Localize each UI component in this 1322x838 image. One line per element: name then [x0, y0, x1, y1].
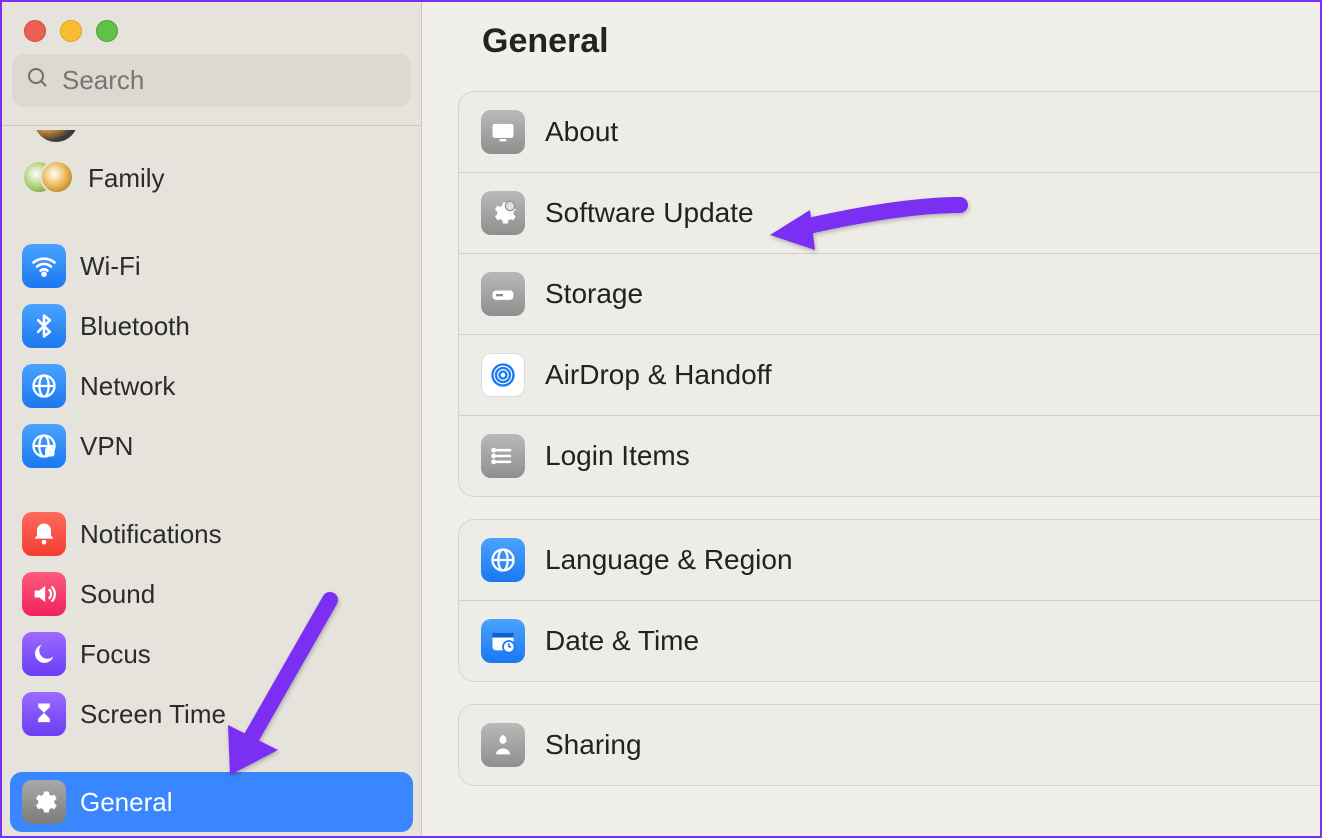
sidebar-item-label: Sound	[80, 579, 155, 610]
sidebar-item-label: Wi-Fi	[80, 251, 141, 282]
minimize-window-button[interactable]	[60, 20, 82, 42]
row-label: Date & Time	[545, 625, 699, 657]
hourglass-icon	[22, 692, 66, 736]
sidebar-item-notifications[interactable]: Notifications	[10, 504, 413, 564]
sidebar-item-network[interactable]: Network	[10, 356, 413, 416]
vpn-icon	[22, 424, 66, 468]
sidebar-item-label: Focus	[80, 639, 151, 670]
settings-group-2: Language & Region Date & Time	[458, 519, 1320, 682]
wifi-icon	[22, 244, 66, 288]
sidebar-item-screen-time[interactable]: Screen Time	[10, 684, 413, 744]
row-label: About	[545, 116, 618, 148]
search-input[interactable]	[60, 64, 397, 97]
gear-badge-icon	[481, 191, 525, 235]
family-avatar-icon	[22, 156, 74, 200]
content-area: General About Software Update Storage	[422, 2, 1320, 836]
sidebar-item-wifi[interactable]: Wi-Fi	[10, 236, 413, 296]
row-label: AirDrop & Handoff	[545, 359, 772, 391]
display-icon	[481, 110, 525, 154]
moon-icon	[22, 632, 66, 676]
sidebar-item-label: Screen Time	[80, 699, 226, 730]
sidebar-item-family[interactable]: Family	[10, 148, 413, 208]
bluetooth-icon	[22, 304, 66, 348]
row-label: Software Update	[545, 197, 754, 229]
window-controls	[2, 2, 421, 54]
airdrop-icon	[481, 353, 525, 397]
sidebar: Family Wi-Fi Bluetooth Network	[2, 2, 422, 836]
row-login-items[interactable]: Login Items	[459, 415, 1320, 496]
gear-icon	[22, 780, 66, 824]
row-language-region[interactable]: Language & Region	[459, 520, 1320, 600]
calendar-clock-icon	[481, 619, 525, 663]
sidebar-item-general[interactable]: General	[10, 772, 413, 832]
sidebar-item-label: Notifications	[80, 519, 222, 550]
globe-icon	[481, 538, 525, 582]
sidebar-item-label: Family	[88, 163, 165, 194]
sidebar-item-label: General	[80, 787, 173, 818]
sidebar-item-label: VPN	[80, 431, 133, 462]
page-title: General	[482, 22, 1280, 61]
row-sharing[interactable]: Sharing	[459, 705, 1320, 785]
row-date-time[interactable]: Date & Time	[459, 600, 1320, 681]
sidebar-item-label: Network	[80, 371, 175, 402]
close-window-button[interactable]	[24, 20, 46, 42]
disk-icon	[481, 272, 525, 316]
sidebar-item-bluetooth[interactable]: Bluetooth	[10, 296, 413, 356]
globe-icon	[22, 364, 66, 408]
divider	[2, 125, 421, 126]
row-label: Login Items	[545, 440, 690, 472]
page-header: General	[422, 2, 1320, 91]
row-label: Language & Region	[545, 544, 793, 576]
row-storage[interactable]: Storage	[459, 253, 1320, 334]
sharing-icon	[481, 723, 525, 767]
avatar	[34, 130, 78, 142]
speaker-icon	[22, 572, 66, 616]
list-icon	[481, 434, 525, 478]
row-about[interactable]: About	[459, 92, 1320, 172]
row-airdrop-handoff[interactable]: AirDrop & Handoff	[459, 334, 1320, 415]
settings-group-1: About Software Update Storage AirDrop & …	[458, 91, 1320, 497]
settings-group-3: Sharing	[458, 704, 1320, 786]
sidebar-item-focus[interactable]: Focus	[10, 624, 413, 684]
fullscreen-window-button[interactable]	[96, 20, 118, 42]
sidebar-list: Family Wi-Fi Bluetooth Network	[2, 130, 421, 836]
search-field[interactable]	[12, 54, 411, 107]
sidebar-item-vpn[interactable]: VPN	[10, 416, 413, 476]
sidebar-item-label: Bluetooth	[80, 311, 190, 342]
row-label: Sharing	[545, 729, 642, 761]
bell-icon	[22, 512, 66, 556]
row-label: Storage	[545, 278, 643, 310]
row-software-update[interactable]: Software Update	[459, 172, 1320, 253]
search-icon	[26, 66, 50, 95]
sidebar-item-sound[interactable]: Sound	[10, 564, 413, 624]
